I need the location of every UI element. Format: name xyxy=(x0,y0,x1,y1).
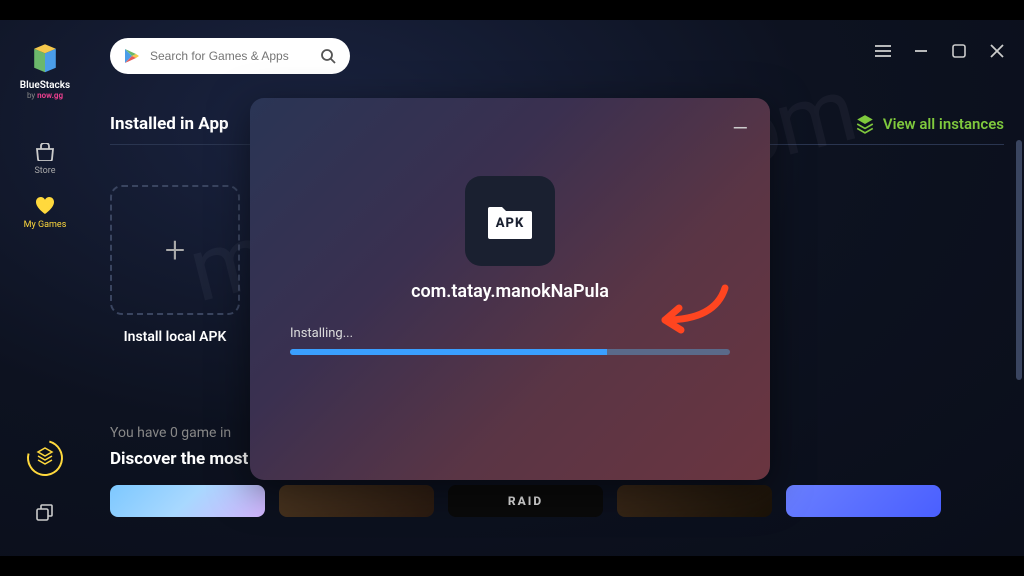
game-thumb[interactable] xyxy=(786,485,941,517)
logo-sub: by now.gg xyxy=(20,91,70,100)
minimize-icon xyxy=(914,44,928,58)
sidebar-item-store[interactable]: Store xyxy=(34,142,56,176)
sidebar-item-label: Store xyxy=(34,166,55,176)
progress-fill xyxy=(290,349,607,355)
package-name: com.tatay.manokNaPula xyxy=(290,281,730,302)
copy-icon xyxy=(36,504,54,522)
game-thumb[interactable]: RAID xyxy=(448,485,603,517)
install-tile-label: Install local APK xyxy=(110,329,240,345)
game-thumb[interactable] xyxy=(279,485,434,517)
menu-button[interactable] xyxy=(874,42,892,60)
heart-icon xyxy=(34,196,56,216)
game-thumb[interactable] xyxy=(110,485,265,517)
close-icon xyxy=(990,44,1004,58)
maximize-icon xyxy=(952,44,966,58)
install-local-apk-tile[interactable]: + xyxy=(110,185,240,315)
scrollbar[interactable] xyxy=(1016,140,1022,380)
logo-title: BlueStacks xyxy=(20,80,70,91)
sidebar-item-mygames[interactable]: My Games xyxy=(24,196,67,230)
search-bar[interactable] xyxy=(110,38,350,74)
multi-window-button[interactable] xyxy=(36,504,54,526)
store-icon xyxy=(34,142,56,162)
install-status: Installing... xyxy=(290,326,730,341)
progress-bar xyxy=(290,349,730,355)
plus-icon: + xyxy=(165,229,185,271)
app-logo: BlueStacks by now.gg xyxy=(20,38,70,100)
layers-icon xyxy=(36,447,54,469)
search-icon xyxy=(320,48,336,64)
instances-button[interactable] xyxy=(20,433,69,482)
apk-badge-text: APK xyxy=(290,216,730,231)
view-all-label: View all instances xyxy=(883,115,1004,133)
play-store-icon xyxy=(124,48,140,64)
view-all-instances-link[interactable]: View all instances xyxy=(855,114,1004,134)
hamburger-icon xyxy=(875,45,891,57)
maximize-button[interactable] xyxy=(950,42,968,60)
install-progress-modal: — APK com.tatay.manokNaPula Installing..… xyxy=(250,98,770,480)
minimize-button[interactable] xyxy=(912,42,930,60)
game-thumb[interactable] xyxy=(617,485,772,517)
sidebar-item-label: My Games xyxy=(24,220,67,230)
close-button[interactable] xyxy=(988,42,1006,60)
search-input[interactable] xyxy=(150,49,310,63)
modal-minimize-button[interactable]: — xyxy=(732,116,748,140)
section-title: Installed in App xyxy=(110,114,229,134)
layers-icon xyxy=(855,114,875,134)
